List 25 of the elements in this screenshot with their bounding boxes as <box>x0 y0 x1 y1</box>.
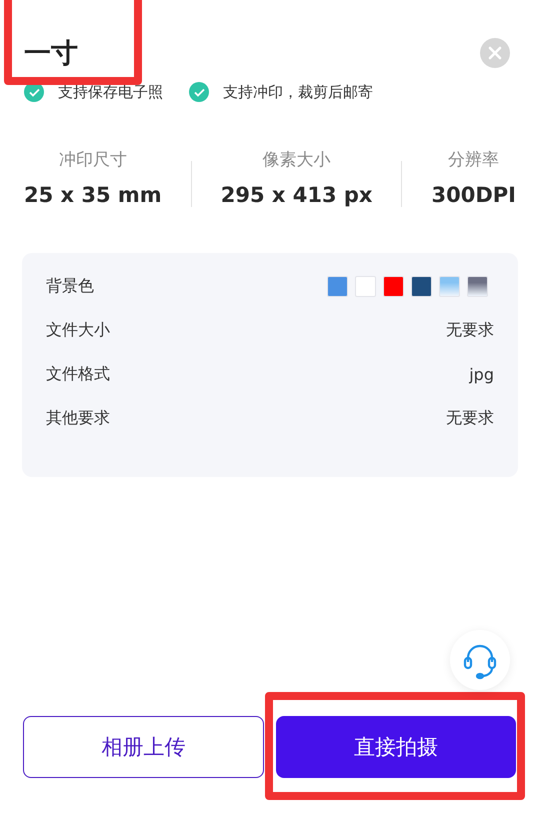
close-icon <box>488 46 502 60</box>
shoot-button[interactable]: 直接拍摄 <box>276 716 516 778</box>
dialog-title: 一寸 <box>24 37 78 71</box>
stat-label: 冲印尺寸 <box>58 149 127 171</box>
spec-label: 文件格式 <box>46 364 110 384</box>
spec-value: jpg <box>469 364 494 384</box>
color-swatch[interactable] <box>355 276 376 296</box>
color-swatch[interactable] <box>327 276 348 296</box>
spec-label: 背景色 <box>46 276 94 296</box>
color-swatch[interactable] <box>383 276 404 296</box>
color-swatch[interactable] <box>467 276 488 296</box>
feature-label: 支持保存电子照 <box>58 82 163 102</box>
upload-button[interactable]: 相册上传 <box>23 716 264 778</box>
spec-value: 无要求 <box>446 408 494 428</box>
stat-value: 300DPI <box>432 183 516 207</box>
stat-label: 像素大小 <box>262 149 331 171</box>
stat-value: 295 x 413 px <box>220 183 372 207</box>
color-swatch[interactable] <box>411 276 432 296</box>
color-swatch[interactable] <box>439 276 460 296</box>
spec-label: 文件大小 <box>46 320 110 340</box>
stat-value: 25 x 35 mm <box>24 183 162 207</box>
stat-label: 分辨率 <box>448 149 500 171</box>
spec-label: 其他要求 <box>46 408 110 428</box>
feature-label: 支持冲印，裁剪后邮寄 <box>223 82 373 102</box>
spec-value: 无要求 <box>446 320 494 340</box>
